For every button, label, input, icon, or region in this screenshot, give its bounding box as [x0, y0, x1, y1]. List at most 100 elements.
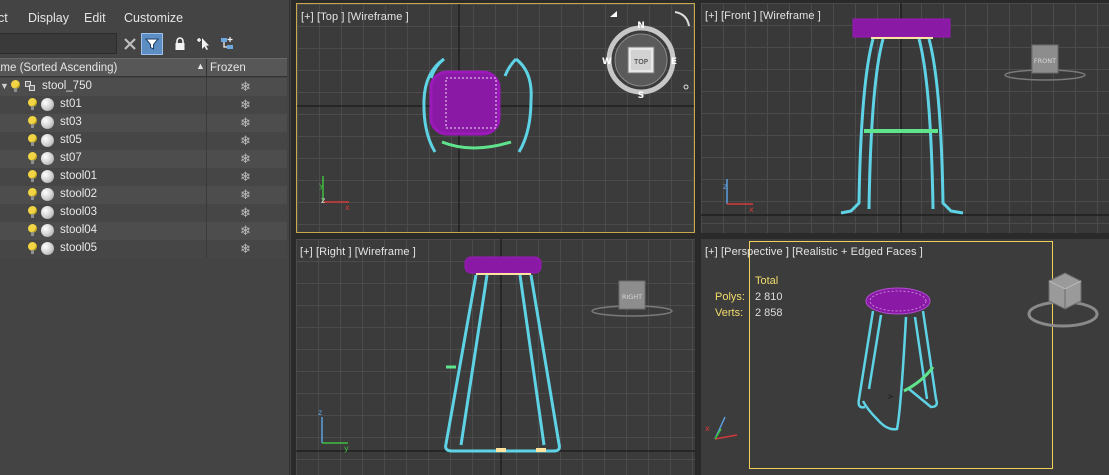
lock-button[interactable]: [169, 33, 191, 55]
snowflake-icon: ❄: [240, 79, 251, 94]
tree-row[interactable]: stool05 ❄: [0, 240, 287, 258]
lock-icon: [175, 37, 185, 50]
svg-text:x: x: [749, 205, 754, 214]
snowflake-icon: ❄: [240, 205, 251, 220]
object-name: st05: [60, 134, 82, 146]
scene-explorer: ct Display Edit Customize ame (Sorted As…: [0, 0, 290, 475]
svg-text:x: x: [345, 203, 350, 212]
viewport-top[interactable]: [+] [Top ] [Wireframe ] y z x TOP N S E …: [296, 3, 695, 233]
frozen-cell[interactable]: ❄: [206, 168, 287, 186]
frozen-cell[interactable]: ❄: [206, 150, 287, 168]
object-name: stool05: [60, 242, 98, 254]
frozen-cell[interactable]: ❄: [206, 204, 287, 222]
tree-row[interactable]: stool04 ❄: [0, 222, 287, 240]
svg-text:y: y: [344, 444, 349, 453]
frozen-cell[interactable]: ❄: [206, 240, 287, 258]
tree-row[interactable]: st07 ❄: [0, 150, 287, 168]
viewcube[interactable]: RIGHT: [591, 280, 673, 317]
stool-seat: [464, 256, 542, 274]
object-name: st03: [60, 116, 82, 128]
front-wireframe-scene: z x FRONT: [701, 3, 1109, 233]
visibility-bulb-icon[interactable]: [28, 134, 37, 146]
snowflake-icon: ❄: [240, 187, 251, 202]
filter-funnel-icon: [145, 38, 159, 50]
visibility-bulb-icon[interactable]: [11, 80, 20, 92]
add-to-selection-button[interactable]: [193, 33, 215, 55]
expand-arrow-icon[interactable]: ▼: [0, 81, 9, 91]
group-icon: [25, 81, 37, 92]
viewport-area: [+] [Top ] [Wireframe ] y z x TOP N S E …: [291, 0, 1109, 475]
svg-text:z: z: [723, 182, 727, 191]
tree-row[interactable]: stool02 ❄: [0, 186, 287, 204]
frozen-cell[interactable]: ❄: [206, 114, 287, 132]
geometry-sphere-icon: [41, 152, 54, 165]
scene-tree: ▼ stool_750 ❄ st01 ❄ st03 ❄ st05 ❄ st07 …: [0, 78, 287, 258]
menu-bar: ct Display Edit Customize: [0, 0, 289, 30]
snowflake-icon: ❄: [240, 169, 251, 184]
tree-row[interactable]: stool03 ❄: [0, 204, 287, 222]
tree-row[interactable]: st01 ❄: [0, 96, 287, 114]
geometry-sphere-icon: [41, 98, 54, 111]
object-name: stool03: [60, 206, 98, 218]
viewcube-face-label: FRONT: [1034, 57, 1056, 65]
hierarchy-icon: [221, 37, 233, 49]
viewcube-face-label: TOP: [633, 58, 648, 66]
snowflake-icon: ❄: [240, 133, 251, 148]
viewcube-face-label: RIGHT: [622, 293, 642, 301]
frozen-cell[interactable]: ❄: [206, 186, 287, 204]
snowflake-icon: ❄: [240, 115, 251, 130]
viewcube-compass[interactable]: TOP N S E W: [602, 11, 690, 101]
perspective-scene: > x: [705, 272, 1099, 440]
close-icon: [124, 38, 136, 50]
visibility-bulb-icon[interactable]: [28, 242, 37, 254]
viewcube[interactable]: FRONT: [1004, 44, 1086, 81]
menu-customize[interactable]: Customize: [124, 11, 183, 25]
menu-display[interactable]: Display: [28, 11, 69, 25]
column-divider[interactable]: [206, 59, 207, 78]
visibility-bulb-icon[interactable]: [28, 188, 37, 200]
filter-button[interactable]: [141, 33, 163, 55]
geometry-sphere-icon: [41, 188, 54, 201]
select-hierarchy-button[interactable]: [216, 33, 238, 55]
right-wireframe-scene: z y RIGHT: [296, 239, 695, 475]
explorer-toolbar: [0, 30, 289, 58]
column-headers: ame (Sorted Ascending) ▲ Frozen: [0, 58, 287, 78]
menu-edit[interactable]: Edit: [84, 11, 106, 25]
visibility-bulb-icon[interactable]: [28, 206, 37, 218]
clear-search-button[interactable]: [119, 33, 141, 55]
visibility-bulb-icon[interactable]: [28, 170, 37, 182]
geometry-sphere-icon: [41, 134, 54, 147]
visibility-bulb-icon[interactable]: [28, 152, 37, 164]
svg-text:E: E: [671, 57, 677, 67]
search-input[interactable]: [0, 33, 117, 54]
sort-ascending-icon: ▲: [196, 61, 205, 71]
tree-row[interactable]: stool01 ❄: [0, 168, 287, 186]
visibility-bulb-icon[interactable]: [28, 116, 37, 128]
geometry-sphere-icon: [41, 224, 54, 237]
snowflake-icon: ❄: [240, 151, 251, 166]
svg-text:z: z: [321, 196, 325, 205]
viewport-front[interactable]: [+] [Front ] [Wireframe ] z x FRONT: [701, 3, 1109, 233]
frozen-cell[interactable]: ❄: [206, 132, 287, 150]
cursor-plus-icon: [197, 38, 209, 50]
viewport-perspective[interactable]: [+] [Perspective ] [Realistic + Edged Fa…: [701, 239, 1109, 475]
frozen-cell[interactable]: ❄: [206, 78, 287, 96]
viewport-right[interactable]: [+] [Right ] [Wireframe ] z y RIGHT: [296, 239, 695, 475]
visibility-bulb-icon[interactable]: [28, 98, 37, 110]
rotate-arrow-icon: [674, 11, 690, 27]
frozen-column-header[interactable]: Frozen: [210, 62, 246, 74]
tree-row[interactable]: st05 ❄: [0, 132, 287, 150]
menu-select[interactable]: ct: [0, 11, 8, 25]
tree-row-group[interactable]: ▼ stool_750 ❄: [0, 78, 287, 96]
name-column-header[interactable]: ame (Sorted Ascending): [0, 62, 117, 74]
snowflake-icon: ❄: [240, 97, 251, 112]
viewcube[interactable]: [1027, 272, 1099, 328]
frozen-cell[interactable]: ❄: [206, 222, 287, 240]
frozen-cell[interactable]: ❄: [206, 96, 287, 114]
visibility-bulb-icon[interactable]: [28, 224, 37, 236]
object-name: stool02: [60, 188, 98, 200]
svg-text:x: x: [705, 424, 710, 433]
object-name: st07: [60, 152, 82, 164]
tree-row[interactable]: st03 ❄: [0, 114, 287, 132]
svg-text:y: y: [319, 181, 324, 190]
